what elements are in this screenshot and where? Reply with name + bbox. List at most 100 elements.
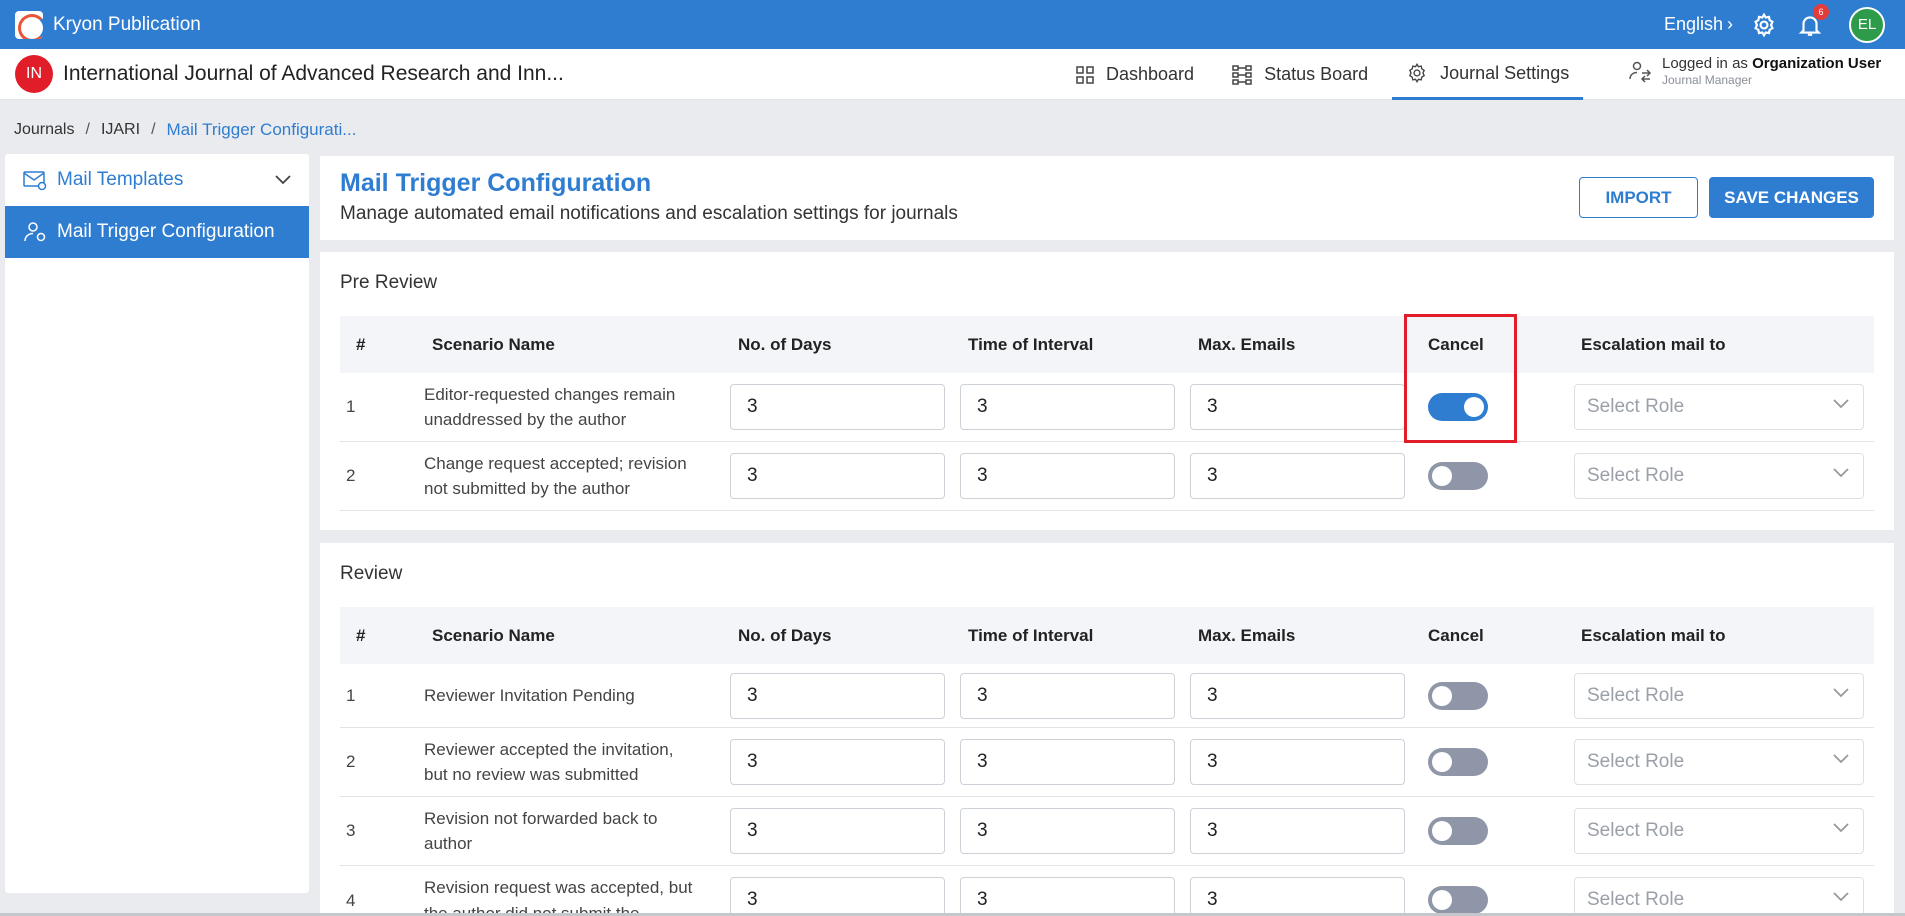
max-emails-input[interactable]: 3 xyxy=(1190,739,1405,785)
col-days: No. of Days xyxy=(738,625,832,645)
page-subtitle: Manage automated email notifications and… xyxy=(340,203,958,224)
scenario-name: Change request accepted; revision not sub… xyxy=(424,442,724,510)
breadcrumb-current: Mail Trigger Configurati... xyxy=(166,120,357,139)
select-placeholder: Select Role xyxy=(1587,820,1685,841)
scenario-line: author xyxy=(424,834,473,853)
save-changes-button[interactable]: SAVE CHANGES xyxy=(1709,177,1874,218)
col-escalation: Escalation mail to xyxy=(1581,334,1726,354)
journal-title: International Journal of Advanced Resear… xyxy=(63,62,564,85)
max-emails-input[interactable]: 3 xyxy=(1190,673,1405,719)
journal-nav: Dashboard Status Board Journal Settings xyxy=(1062,49,1593,100)
app-logo-icon xyxy=(15,10,43,39)
max-emails-input[interactable]: 3 xyxy=(1190,808,1405,854)
escalation-role-select[interactable]: Select Role xyxy=(1574,808,1864,854)
cancel-toggle[interactable] xyxy=(1428,817,1488,845)
row-number: 2 xyxy=(346,752,356,772)
escalation-role-select[interactable]: Select Role xyxy=(1574,739,1864,785)
col-days: No. of Days xyxy=(738,334,832,354)
journal-badge: IN xyxy=(15,55,53,93)
interval-input[interactable]: 3 xyxy=(960,384,1175,430)
nav-dashboard[interactable]: Dashboard xyxy=(1062,49,1208,100)
row-number: 2 xyxy=(346,466,356,486)
import-button[interactable]: IMPORT xyxy=(1579,177,1698,218)
review-section: Review # Scenario Name No. of Days Time … xyxy=(320,543,1894,916)
col-max-emails: Max. Emails xyxy=(1198,625,1296,645)
toggle-knob xyxy=(1432,466,1452,486)
chevron-down-icon xyxy=(275,175,291,185)
col-num: # xyxy=(356,625,366,645)
escalation-role-select[interactable]: Select Role xyxy=(1574,673,1864,719)
escalation-role-select[interactable]: Select Role xyxy=(1574,453,1864,499)
table-row: 2 Change request accepted; revision not s… xyxy=(340,442,1874,511)
cancel-toggle[interactable] xyxy=(1428,682,1488,710)
scenario-name: Reviewer Invitation Pending xyxy=(424,664,724,727)
sidebar-item-mail-templates[interactable]: Mail Templates xyxy=(5,154,309,206)
pre-review-section: Pre Review # Scenario Name No. of Days T… xyxy=(320,252,1894,530)
sidebar-item-mail-trigger[interactable]: Mail Trigger Configuration xyxy=(5,206,309,258)
table-row: 3 Revision not forwarded back to author 3… xyxy=(340,797,1874,866)
interval-input[interactable]: 3 xyxy=(960,453,1175,499)
escalation-role-select[interactable]: Select Role xyxy=(1574,384,1864,430)
top-app-bar: Kryon Publication English › 6 EL xyxy=(0,0,1905,49)
cancel-toggle[interactable] xyxy=(1428,886,1488,914)
scenario-line: not submitted by the author xyxy=(424,479,631,498)
sidebar-item-label: Mail Templates xyxy=(57,169,184,190)
nav-journal-settings[interactable]: Journal Settings xyxy=(1392,49,1584,100)
language-label: English xyxy=(1663,14,1723,34)
breadcrumb-journals[interactable]: Journals xyxy=(14,121,74,139)
select-placeholder: Select Role xyxy=(1587,465,1685,486)
toggle-knob xyxy=(1432,890,1452,910)
days-input[interactable]: 3 xyxy=(730,739,945,785)
col-interval: Time of Interval xyxy=(968,334,1094,354)
interval-input[interactable]: 3 xyxy=(960,877,1175,916)
select-placeholder: Select Role xyxy=(1587,396,1685,417)
language-selector[interactable]: English › xyxy=(1664,14,1733,35)
row-number: 4 xyxy=(346,890,356,910)
max-emails-input[interactable]: 3 xyxy=(1190,453,1405,499)
col-num: # xyxy=(356,334,366,354)
col-escalation: Escalation mail to xyxy=(1581,625,1726,645)
select-placeholder: Select Role xyxy=(1587,751,1685,772)
max-emails-input[interactable]: 3 xyxy=(1190,877,1405,916)
user-avatar[interactable]: EL xyxy=(1849,6,1885,43)
days-input[interactable]: 3 xyxy=(730,384,945,430)
cancel-highlight-box xyxy=(1404,314,1517,443)
days-input[interactable]: 3 xyxy=(730,453,945,499)
days-input[interactable]: 3 xyxy=(730,808,945,854)
interval-input[interactable]: 3 xyxy=(960,673,1175,719)
max-emails-input[interactable]: 3 xyxy=(1190,384,1405,430)
nav-status-board[interactable]: Status Board xyxy=(1218,49,1382,100)
select-placeholder: Select Role xyxy=(1587,889,1685,910)
breadcrumb-separator: / xyxy=(151,121,156,138)
toggle-knob xyxy=(1432,686,1452,706)
login-role: Journal Manager xyxy=(1662,73,1753,87)
scenario-name: Revision request was accepted, but the au… xyxy=(424,866,724,916)
interval-input[interactable]: 3 xyxy=(960,739,1175,785)
toggle-knob xyxy=(1432,752,1452,772)
col-cancel: Cancel xyxy=(1428,625,1484,645)
settings-gear-icon[interactable] xyxy=(1751,12,1777,38)
toggle-knob xyxy=(1432,821,1452,841)
section-title: Pre Review xyxy=(340,272,438,293)
scenario-line: Editor-requested changes remain xyxy=(424,384,676,404)
col-max-emails: Max. Emails xyxy=(1198,334,1296,354)
interval-input[interactable]: 3 xyxy=(960,808,1175,854)
select-placeholder: Select Role xyxy=(1587,685,1685,706)
days-input[interactable]: 3 xyxy=(730,673,945,719)
col-scenario: Scenario Name xyxy=(432,334,555,354)
breadcrumb-separator: / xyxy=(85,121,90,138)
chevron-right-icon: › xyxy=(1727,14,1733,34)
breadcrumb-journal-short[interactable]: IJARI xyxy=(101,121,140,139)
table-row: 1 Editor-requested changes remain unaddre… xyxy=(340,373,1874,442)
login-info: Logged in as Organization User Journal M… xyxy=(1628,55,1881,87)
cancel-toggle[interactable] xyxy=(1428,748,1488,776)
escalation-role-select[interactable]: Select Role xyxy=(1574,877,1864,916)
days-input[interactable]: 3 xyxy=(730,877,945,916)
chevron-down-icon xyxy=(1833,754,1849,764)
mail-settings-icon xyxy=(23,171,47,191)
notifications-button[interactable]: 6 xyxy=(1797,3,1829,38)
cancel-toggle[interactable] xyxy=(1428,462,1488,490)
login-user: Organization User xyxy=(1752,55,1882,72)
col-scenario: Scenario Name xyxy=(432,625,555,645)
chevron-down-icon xyxy=(1833,823,1849,833)
